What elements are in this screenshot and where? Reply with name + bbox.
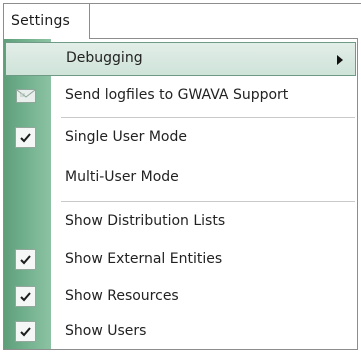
menu-item-send-logfiles[interactable]: Send logfiles to GWAVA Support: [4, 79, 357, 113]
envelope-icon: [16, 89, 36, 103]
checkmark-icon: [15, 249, 36, 270]
menu-bar-empty-area: [89, 3, 361, 36]
settings-menu-label: Settings: [11, 13, 71, 29]
menu-item-debugging[interactable]: Debugging: [5, 42, 356, 76]
menu-separator: [61, 117, 355, 118]
checkmark-icon: [15, 321, 36, 342]
menu-item-single-user-mode-label: Single User Mode: [65, 129, 187, 145]
menu-bar: Settings: [0, 0, 361, 39]
menu-item-show-resources-label: Show Resources: [65, 288, 179, 304]
menu-item-single-user-mode[interactable]: Single User Mode: [4, 121, 357, 155]
menu-item-show-external-entities-label: Show External Entities: [65, 251, 223, 267]
settings-menu-tab[interactable]: Settings: [3, 3, 90, 39]
checkmark-icon: [15, 286, 36, 307]
chevron-right-icon: [337, 55, 343, 65]
menu-item-show-resources[interactable]: Show Resources: [4, 280, 357, 314]
menu-item-show-external-entities[interactable]: Show External Entities: [4, 243, 357, 277]
menu-item-send-logfiles-label: Send logfiles to GWAVA Support: [65, 87, 289, 103]
menu-item-debugging-label: Debugging: [66, 50, 143, 66]
menu-item-multi-user-mode[interactable]: Multi-User Mode: [4, 161, 357, 195]
checkmark-icon: [15, 127, 36, 148]
menu-item-show-users[interactable]: Show Users: [4, 315, 357, 349]
menu-item-show-distribution-lists[interactable]: Show Distribution Lists: [4, 205, 357, 239]
settings-dropdown: Debugging Send logfiles to GWAVA Support…: [3, 38, 358, 350]
menu-item-show-distribution-lists-label: Show Distribution Lists: [65, 213, 226, 229]
menu-item-show-users-label: Show Users: [65, 323, 147, 339]
menu-separator: [61, 201, 355, 202]
menu-item-multi-user-mode-label: Multi-User Mode: [65, 169, 179, 185]
screen: Settings Debugging Send logfiles to GWAV…: [0, 0, 361, 352]
